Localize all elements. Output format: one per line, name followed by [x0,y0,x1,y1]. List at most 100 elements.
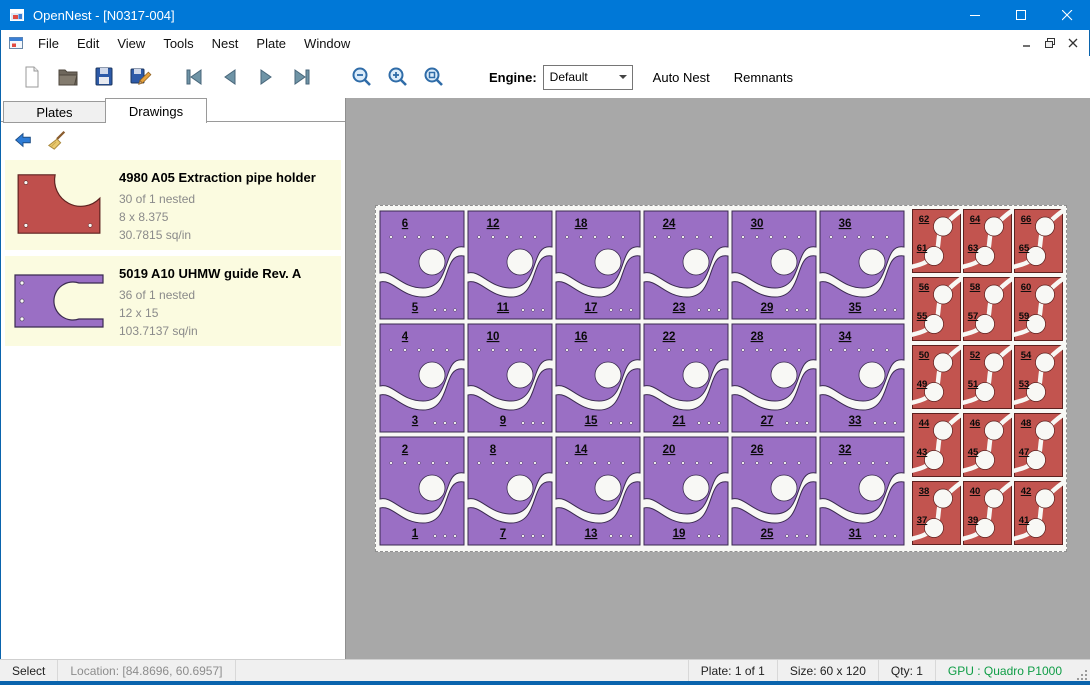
tab-plates[interactable]: Plates [3,101,106,123]
purple-part-pair[interactable]: 3029 [732,211,816,319]
part-number: 31 [849,528,862,540]
app-icon [9,7,25,23]
save-button[interactable] [87,61,121,93]
open-button[interactable] [51,61,85,93]
purple-part-pair[interactable]: 21 [380,437,464,545]
combo-dropdown-icon[interactable] [615,66,632,89]
part-number: 19 [673,528,686,540]
drawings-toolbar [1,122,345,158]
menu-view[interactable]: View [108,30,154,56]
part-number: 60 [1021,282,1032,293]
list-item[interactable]: 4980 A05 Extraction pipe holder 30 of 1 … [5,160,341,250]
blue-arrow-icon [12,129,34,151]
purple-part-pair[interactable]: 3231 [820,437,904,545]
zoom-fit-button[interactable] [417,61,451,93]
purple-part-pair[interactable]: 2423 [644,211,728,319]
maximize-button[interactable] [998,0,1044,30]
red-part-pair[interactable]: 6665 [1013,210,1064,273]
red-part-pair[interactable]: 60 59 [1013,278,1064,341]
part-number: 42 [1021,486,1032,497]
purple-part-pair[interactable]: 2827 [732,324,816,432]
purple-part-pair[interactable]: 36 35 [820,211,904,319]
zoom-out-icon [350,65,374,89]
last-plate-button[interactable] [285,61,319,93]
part-number: 10 [487,331,500,343]
part-number: 37 [917,515,928,526]
clear-drawings-button[interactable] [43,126,71,154]
purple-part-pair[interactable]: 2625 [732,437,816,545]
part-number: 41 [1019,515,1030,526]
red-part-pair[interactable]: 4847 [1013,414,1064,477]
import-drawing-button[interactable] [9,126,37,154]
red-part-pair[interactable]: 5251 [962,346,1013,409]
tab-drawings[interactable]: Drawings [105,98,207,123]
purple-part-pair[interactable]: 1211 [468,211,552,319]
purple-part-pair[interactable]: 1413 [556,437,640,545]
opennest-window: OpenNest - [N0317-004] File Edit View To… [0,0,1090,685]
red-part-pair[interactable]: 5857 [962,278,1013,341]
part-number: 6 [402,218,408,230]
part-number: 36 [839,218,852,230]
red-part-pair[interactable]: 6463 [962,210,1013,273]
part-number: 35 [849,302,862,314]
previous-plate-button[interactable] [213,61,247,93]
red-part-pair[interactable]: 5049 [911,346,962,409]
new-file-icon [20,65,44,89]
close-button[interactable] [1044,0,1090,30]
resize-grip[interactable] [1074,659,1090,683]
part-number: 59 [1019,311,1030,322]
purple-part-pair[interactable]: 65 [380,211,464,319]
part-number: 23 [673,302,686,314]
nest-svg: 6512111817242330293635431091615222128273… [376,206,1066,551]
part-number: 65 [1019,243,1030,254]
menu-nest[interactable]: Nest [203,30,248,56]
red-part-pair[interactable]: 3837 [911,482,962,545]
engine-select[interactable]: Default [543,65,633,90]
plate[interactable]: 6512111817242330293635431091615222128273… [375,205,1067,552]
nest-canvas[interactable]: 6512111817242330293635431091615222128273… [346,98,1090,659]
menu-window[interactable]: Window [295,30,359,56]
part-number: 40 [970,486,981,497]
next-plate-button[interactable] [249,61,283,93]
red-part-pair[interactable]: 5453 [1013,346,1064,409]
purple-part-pair[interactable]: 3433 [820,324,904,432]
purple-part-pair[interactable]: 87 [468,437,552,545]
red-part-pair[interactable]: 4645 [962,414,1013,477]
last-arrow-icon [290,65,314,89]
part-number: 5 [412,302,419,314]
purple-part-pair[interactable]: 2221 [644,324,728,432]
new-button[interactable] [15,61,49,93]
red-part-pair[interactable]: 6261 [911,210,962,273]
zoom-out-button[interactable] [345,61,379,93]
part-number: 62 [919,214,930,225]
purple-part-pair[interactable]: 1615 [556,324,640,432]
mdi-restore-button[interactable] [1040,34,1060,52]
part-number: 18 [575,218,588,230]
menu-plate[interactable]: Plate [247,30,295,56]
mdi-minimize-button[interactable] [1017,34,1037,52]
purple-part-pair[interactable]: 1817 [556,211,640,319]
part-number: 63 [968,243,979,254]
red-part-pair[interactable]: 4039 [962,482,1013,545]
purple-part-pair[interactable]: 43 [380,324,464,432]
purple-part-pair[interactable]: 109 [468,324,552,432]
list-item[interactable]: 5019 A10 UHMW guide Rev. A 36 of 1 neste… [5,256,341,346]
menu-tools[interactable]: Tools [154,30,202,56]
mdi-close-button[interactable] [1063,34,1083,52]
red-part-pair[interactable]: 5655 [911,278,962,341]
purple-part-pair[interactable]: 2019 [644,437,728,545]
part-info: 4980 A05 Extraction pipe holder 30 of 1 … [119,164,316,246]
auto-nest-button[interactable]: Auto Nest [641,62,722,92]
first-plate-button[interactable] [177,61,211,93]
red-part-pair[interactable]: 42 41 [1013,482,1064,545]
part-number: 27 [761,415,774,427]
red-part-pair[interactable]: 4443 [911,414,962,477]
menu-edit[interactable]: Edit [68,30,108,56]
menu-file[interactable]: File [29,30,68,56]
save-as-button[interactable] [123,61,157,93]
remnants-button[interactable]: Remnants [722,62,805,92]
minimize-button[interactable] [952,0,998,30]
zoom-in-button[interactable] [381,61,415,93]
part-number: 17 [585,302,598,314]
part-number: 14 [575,444,588,456]
